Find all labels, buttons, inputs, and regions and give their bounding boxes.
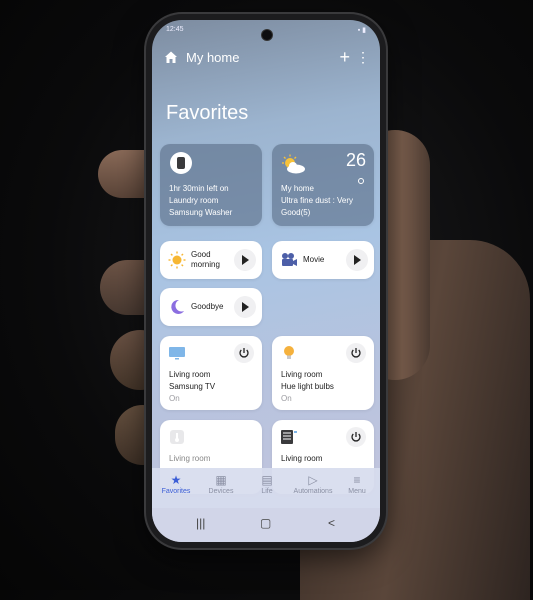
status-time: 12:45 — [166, 26, 184, 33]
moon-icon — [171, 299, 184, 314]
weather-card[interactable]: 26 My home Ultra fine dust : Very Good(5… — [272, 144, 374, 226]
air-quality: Ultra fine dust : Very — [281, 196, 354, 205]
device-room: Living room — [169, 454, 211, 463]
nav-label: Favorites — [161, 488, 191, 495]
washer-room: Laundry room — [169, 196, 219, 205]
home-button-icon[interactable]: ▢ — [260, 516, 271, 530]
nav-devices[interactable]: ▦ Devices — [198, 472, 244, 495]
menu-icon: ≡ — [353, 473, 361, 487]
power-button[interactable] — [346, 343, 366, 363]
status-icons: ▪ ▮ — [357, 27, 366, 34]
sun-icon — [168, 251, 186, 269]
system-navigation-bar: ||| ▢ < — [152, 508, 380, 542]
nav-label: Automations — [293, 488, 333, 495]
star-icon: ★ — [170, 473, 182, 487]
scene-movie[interactable]: Movie — [272, 241, 374, 279]
scene-label: Goodbye — [191, 302, 224, 311]
nav-life[interactable]: ▤ Life — [244, 472, 290, 495]
air-purifier-icon — [281, 430, 297, 444]
devices-icon: ▦ — [215, 473, 227, 487]
device-state: On — [169, 394, 180, 403]
app-header: My home + ⋮ — [164, 48, 370, 68]
weather-location: My home — [281, 184, 314, 193]
home-title[interactable]: My home — [186, 50, 239, 65]
nav-label: Life — [261, 488, 273, 495]
add-icon[interactable]: + — [339, 48, 350, 66]
thermometer-icon — [170, 430, 184, 444]
device-name: Samsung TV — [169, 382, 216, 391]
device-name: Hue light bulbs — [281, 382, 334, 391]
more-options-icon[interactable]: ⋮ — [356, 49, 370, 65]
play-button[interactable] — [234, 296, 256, 318]
page-title: Favorites — [166, 102, 249, 124]
bottom-navigation: ★ Favorites ▦ Devices ▤ Life ▷ Automatio… — [152, 468, 380, 508]
power-icon — [351, 432, 361, 442]
scene-label: Good — [191, 250, 211, 259]
device-room: Living room — [281, 454, 323, 463]
life-icon: ▤ — [261, 473, 273, 487]
device-room: Living room — [281, 370, 323, 379]
air-quality-value: Good(5) — [281, 208, 311, 217]
back-icon[interactable]: < — [328, 516, 335, 530]
scene-label: morning — [191, 260, 220, 269]
automations-icon: ▷ — [308, 473, 318, 487]
scene-label: Movie — [303, 255, 325, 264]
nav-label: Menu — [348, 488, 366, 495]
power-icon — [351, 348, 361, 358]
power-icon — [239, 348, 249, 358]
power-button[interactable] — [234, 343, 254, 363]
device-card-lights[interactable]: Living room Hue light bulbs On — [272, 336, 374, 410]
device-card-tv[interactable]: Living room Samsung TV On — [160, 336, 262, 410]
play-button[interactable] — [346, 249, 368, 271]
washer-card[interactable]: 1hr 30min left on Laundry room Samsung W… — [160, 144, 262, 226]
nav-menu[interactable]: ≡ Menu — [334, 472, 380, 495]
scene-good-morning[interactable]: Good morning — [160, 241, 262, 279]
washer-name: Samsung Washer — [169, 208, 233, 217]
tv-icon — [169, 347, 185, 360]
bulb-icon — [284, 346, 294, 359]
washer-icon — [170, 152, 192, 174]
nav-automations[interactable]: ▷ Automations — [290, 472, 336, 495]
nav-favorites[interactable]: ★ Favorites — [153, 472, 199, 495]
device-room: Living room — [169, 370, 211, 379]
recents-icon[interactable]: ||| — [196, 516, 205, 530]
degree-icon — [358, 178, 364, 184]
temperature: 26 — [345, 150, 366, 170]
partly-sunny-icon — [282, 154, 305, 174]
scene-goodbye[interactable]: Goodbye — [160, 288, 262, 326]
phone-screen: 12:45 ▪ ▮ My home + ⋮ Favorites 1hr 30mi… — [152, 20, 380, 542]
device-state: On — [281, 394, 292, 403]
nav-label: Devices — [208, 488, 234, 495]
play-button[interactable] — [234, 249, 256, 271]
washer-status: 1hr 30min left on — [169, 184, 229, 193]
home-icon[interactable] — [164, 50, 178, 64]
movie-camera-icon — [282, 253, 297, 266]
front-camera — [262, 30, 272, 40]
power-button[interactable] — [346, 427, 366, 447]
